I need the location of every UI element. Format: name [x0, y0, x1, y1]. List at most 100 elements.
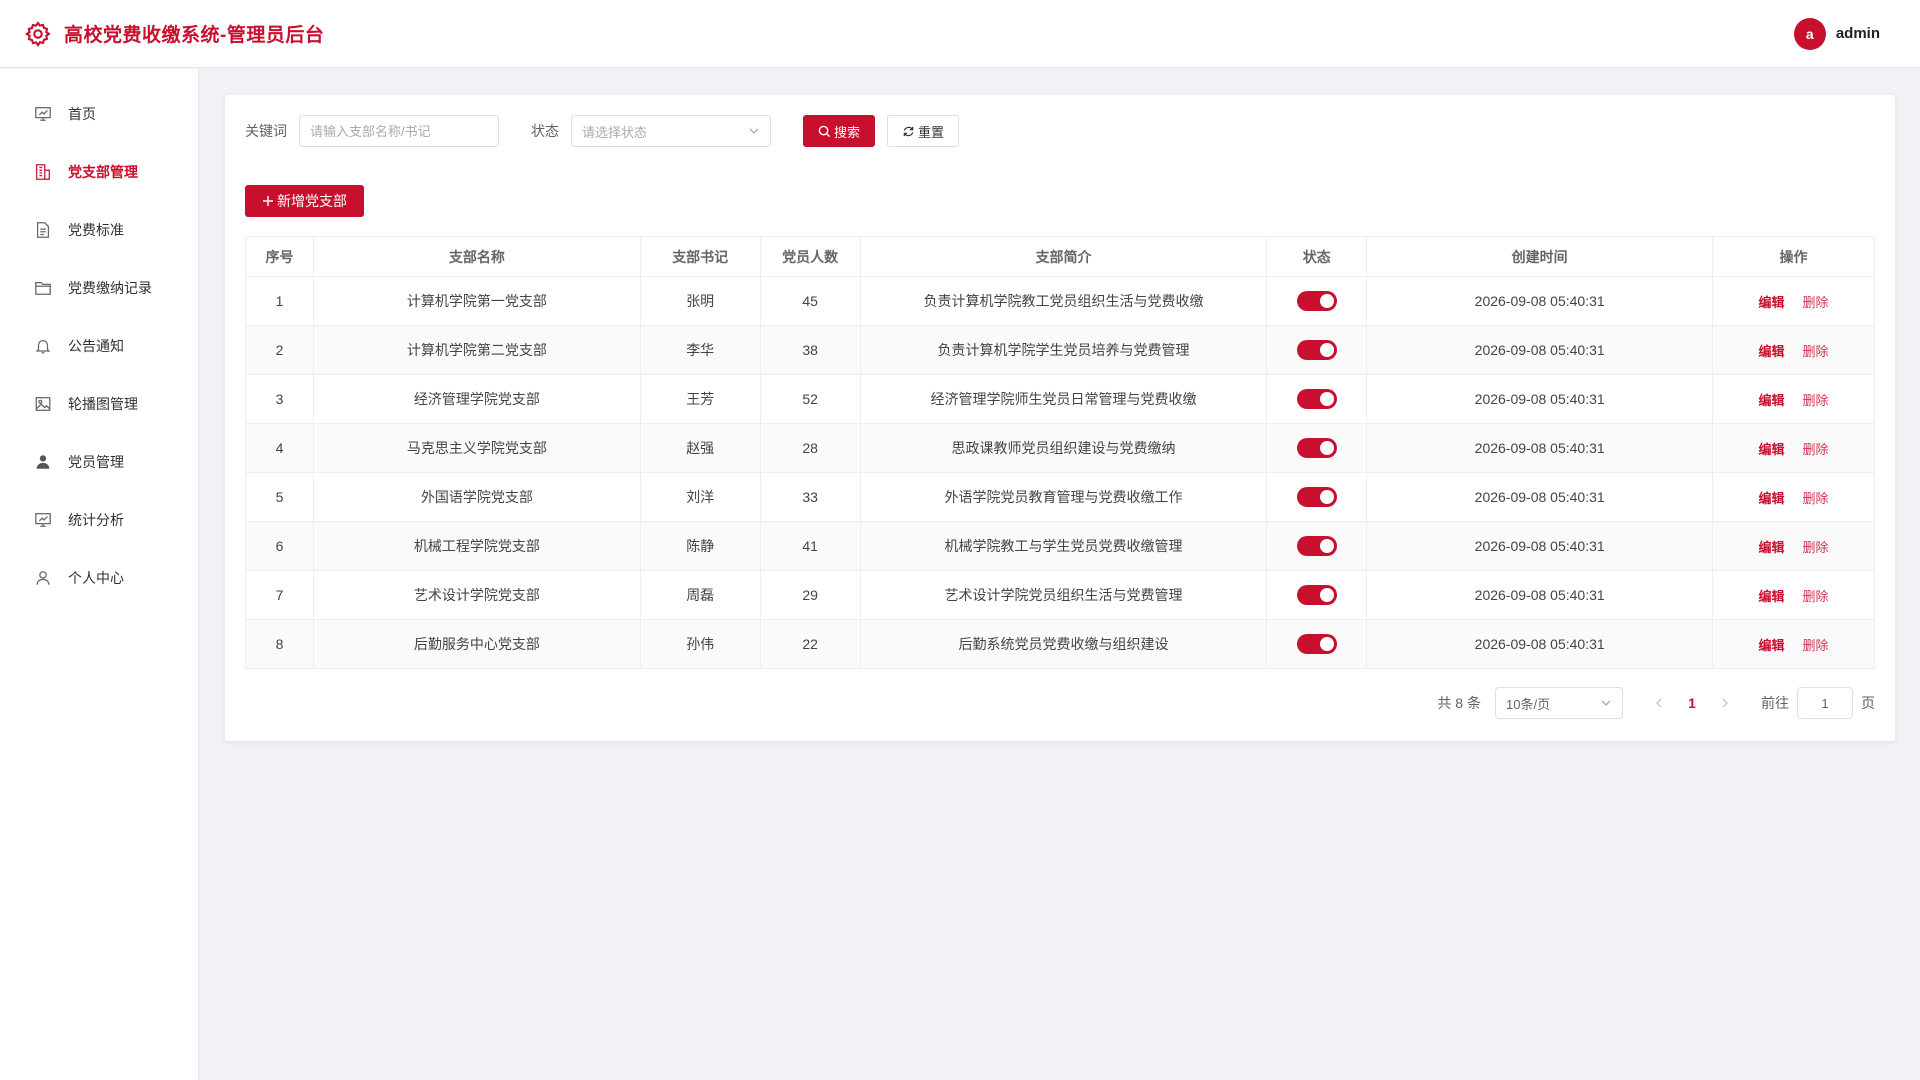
- delete-button[interactable]: 删除: [1803, 344, 1829, 359]
- cell-created: 2026-09-08 05:40:31: [1366, 472, 1714, 522]
- branch-table: 序号 支部名称 支部书记 党员人数 支部简介 状态 创建时间 操作 1 计算机学院第一党支部 张明…: [245, 236, 1875, 669]
- table-row: 3 经济管理学院党支部 王芳 52 经济管理学院师生党员日常管理与党费收缴 2026-09…: [245, 374, 1875, 424]
- cell-intro: 负责计算机学院教工党员组织生活与党费收缴: [859, 276, 1268, 326]
- sidebar-item-label: 党费标准: [68, 222, 124, 238]
- cell-created: 2026-09-08 05:40:31: [1366, 619, 1714, 669]
- cell-name: 艺术设计学院党支部: [312, 570, 641, 620]
- table-row: 7 艺术设计学院党支部 周磊 29 艺术设计学院党员组织生活与党费管理 2026-09-0…: [245, 570, 1875, 620]
- table-header-cell: 创建时间: [1366, 236, 1714, 277]
- cell-intro: 外语学院党员教育管理与党费收缴工作: [859, 472, 1268, 522]
- keyword-label: 关键词: [245, 123, 287, 139]
- delete-button[interactable]: 删除: [1803, 589, 1829, 604]
- sidebar-item-fee-standard[interactable]: 党费标准: [0, 201, 198, 259]
- edit-button[interactable]: 编辑: [1759, 540, 1785, 555]
- cell-members: 38: [759, 325, 861, 375]
- cell-name: 机械工程学院党支部: [312, 521, 641, 571]
- cell-status: [1266, 423, 1368, 473]
- table-row: 4 马克思主义学院党支部 赵强 28 思政课教师党员组织建设与党费缴纳 2026-09-0…: [245, 423, 1875, 473]
- edit-button[interactable]: 编辑: [1759, 344, 1785, 359]
- edit-button[interactable]: 编辑: [1759, 491, 1785, 506]
- table-header-cell: 党员人数: [759, 236, 861, 277]
- sidebar-item-label: 轮播图管理: [68, 396, 138, 412]
- chart-icon: [35, 513, 51, 527]
- table-body: 1 计算机学院第一党支部 张明 45 负责计算机学院教工党员组织生活与党费收缴 2026-…: [245, 276, 1875, 669]
- table-row: 2 计算机学院第二党支部 李华 38 负责计算机学院学生党员培养与党费管理 2026-09…: [245, 325, 1875, 375]
- cell-actions: 编辑 删除: [1712, 374, 1875, 424]
- cell-created: 2026-09-08 05:40:31: [1366, 570, 1714, 620]
- cell-status: [1266, 570, 1368, 620]
- table-header-cell: 支部名称: [312, 236, 641, 277]
- status-toggle[interactable]: [1296, 389, 1337, 409]
- add-branch-button[interactable]: 新增党支部: [245, 185, 364, 217]
- status-toggle[interactable]: [1296, 634, 1337, 654]
- goto-label: 前往: [1761, 695, 1789, 711]
- prev-page-button[interactable]: [1645, 695, 1673, 711]
- table-header-cell: 支部简介: [859, 236, 1268, 277]
- avatar[interactable]: a: [1793, 17, 1826, 50]
- delete-button[interactable]: 删除: [1803, 295, 1829, 310]
- cell-created: 2026-09-08 05:40:31: [1366, 423, 1714, 473]
- cell-status: [1266, 619, 1368, 669]
- delete-button[interactable]: 删除: [1803, 540, 1829, 555]
- status-toggle[interactable]: [1296, 291, 1337, 311]
- page-number-current[interactable]: 1: [1673, 695, 1711, 711]
- page-size-select[interactable]: 10条/页: [1495, 687, 1623, 719]
- table-row: 5 外国语学院党支部 刘洋 33 外语学院党员教育管理与党费收缴工作 2026-09-08…: [245, 472, 1875, 522]
- cell-no: 5: [245, 472, 314, 522]
- cell-name: 计算机学院第一党支部: [312, 276, 641, 326]
- cell-members: 41: [759, 521, 861, 571]
- edit-button[interactable]: 编辑: [1759, 638, 1785, 653]
- status-toggle[interactable]: [1296, 340, 1337, 360]
- delete-button[interactable]: 删除: [1803, 638, 1829, 653]
- keyword-input[interactable]: [299, 115, 499, 147]
- edit-button[interactable]: 编辑: [1759, 393, 1785, 408]
- sidebar-item-branch-management[interactable]: 党支部管理: [0, 143, 198, 201]
- cell-actions: 编辑 删除: [1712, 325, 1875, 375]
- status-toggle[interactable]: [1296, 438, 1337, 458]
- status-toggle[interactable]: [1296, 536, 1337, 556]
- sidebar-item-announcements[interactable]: 公告通知: [0, 317, 198, 375]
- delete-button[interactable]: 删除: [1803, 491, 1829, 506]
- cell-members: 28: [759, 423, 861, 473]
- search-button[interactable]: 搜索: [803, 115, 876, 147]
- table-header-row: 序号 支部名称 支部书记 党员人数 支部简介 状态 创建时间 操作: [245, 236, 1875, 277]
- user-menu[interactable]: a admin: [1793, 17, 1880, 50]
- cell-no: 8: [245, 619, 314, 669]
- delete-button[interactable]: 删除: [1803, 393, 1829, 408]
- delete-button[interactable]: 删除: [1803, 442, 1829, 457]
- plus-icon: [263, 196, 273, 206]
- sidebar-item-payment-records[interactable]: 党费缴纳记录: [0, 259, 198, 317]
- status-toggle[interactable]: [1296, 487, 1337, 507]
- next-page-button[interactable]: [1711, 695, 1739, 711]
- edit-button[interactable]: 编辑: [1759, 589, 1785, 604]
- username[interactable]: admin: [1836, 25, 1880, 42]
- status-select-placeholder: 请选择状态: [582, 124, 648, 140]
- cell-intro: 负责计算机学院学生党员培养与党费管理: [859, 325, 1268, 375]
- goto-page-input[interactable]: [1797, 687, 1853, 719]
- cell-members: 29: [759, 570, 861, 620]
- cell-secretary: 周磊: [639, 570, 761, 620]
- cell-secretary: 王芳: [639, 374, 761, 424]
- content-card: 关键词 状态 请选择状态 搜索 重置 新增党支部 序号支部名称支部书记党员人数支…: [225, 95, 1895, 741]
- sidebar-item-carousel[interactable]: 轮播图管理: [0, 375, 198, 433]
- cell-actions: 编辑 删除: [1712, 570, 1875, 620]
- sidebar-item-label: 党费缴纳记录: [68, 280, 152, 296]
- sidebar-item-members[interactable]: 党员管理: [0, 433, 198, 491]
- sidebar-item-label: 公告通知: [68, 338, 124, 354]
- status-select[interactable]: 请选择状态: [571, 115, 771, 147]
- status-toggle[interactable]: [1296, 585, 1337, 605]
- cell-name: 计算机学院第二党支部: [312, 325, 641, 375]
- sidebar-item-statistics[interactable]: 统计分析: [0, 491, 198, 549]
- page-size-value: 10条/页: [1506, 696, 1551, 712]
- cell-intro: 经济管理学院师生党员日常管理与党费收缴: [859, 374, 1268, 424]
- cell-name: 经济管理学院党支部: [312, 374, 641, 424]
- sidebar-item-home[interactable]: 首页: [0, 85, 198, 143]
- user-icon: [36, 571, 50, 585]
- edit-button[interactable]: 编辑: [1759, 295, 1785, 310]
- reset-button-label: 重置: [918, 124, 945, 140]
- edit-button[interactable]: 编辑: [1759, 442, 1785, 457]
- reset-button[interactable]: 重置: [887, 115, 960, 147]
- chevron-right-icon: [1722, 698, 1728, 708]
- sidebar-item-profile[interactable]: 个人中心: [0, 549, 198, 607]
- brand: 高校党费收缴系统-管理员后台: [24, 20, 324, 48]
